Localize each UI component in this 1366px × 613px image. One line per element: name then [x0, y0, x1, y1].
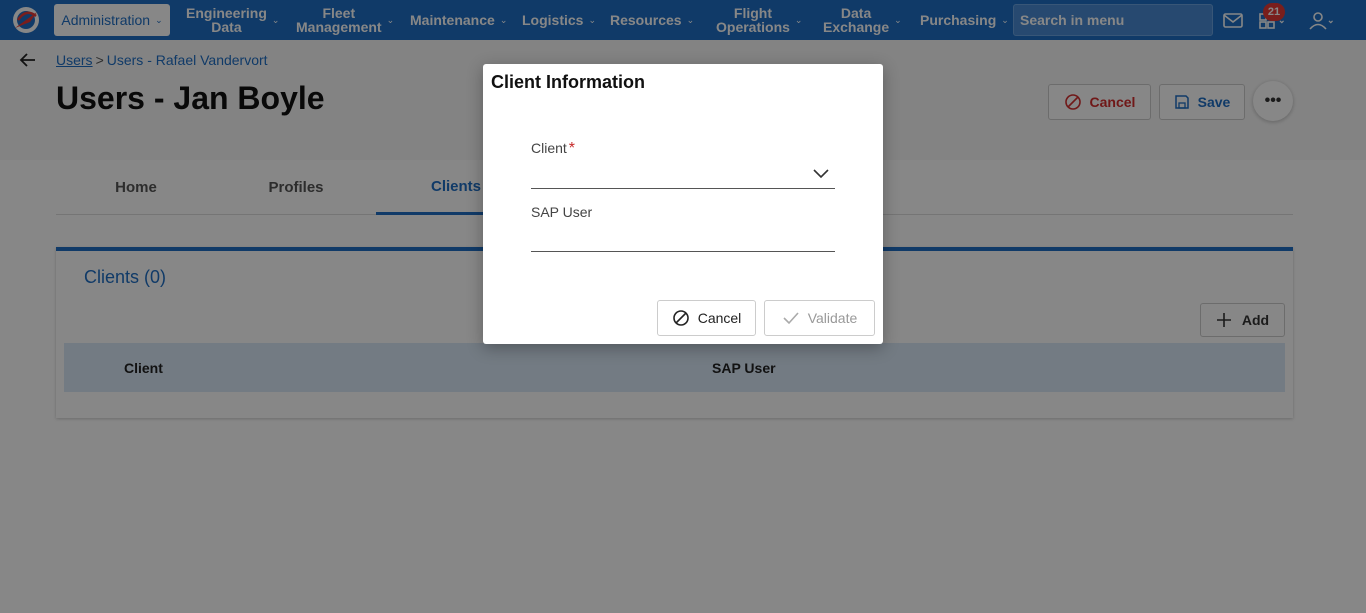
- dialog-validate-button[interactable]: Validate: [764, 300, 875, 336]
- client-label-text: Client: [531, 140, 567, 156]
- required-asterisk: *: [568, 140, 576, 157]
- dialog-cancel-button[interactable]: Cancel: [657, 300, 756, 336]
- chevron-down-icon: [813, 169, 829, 179]
- client-select[interactable]: [531, 159, 835, 189]
- client-field-label: Client *: [531, 140, 575, 158]
- dialog-validate-label: Validate: [807, 310, 858, 326]
- check-icon: [783, 312, 799, 325]
- dialog-cancel-label: Cancel: [697, 310, 742, 326]
- sap-user-input[interactable]: [531, 222, 835, 252]
- cancel-icon: [672, 310, 689, 326]
- dialog-title: Client Information: [491, 72, 645, 92]
- sap-user-field-label: SAP User: [531, 204, 593, 220]
- client-information-dialog: Client Information Client * SAP User Canc…: [483, 64, 883, 344]
